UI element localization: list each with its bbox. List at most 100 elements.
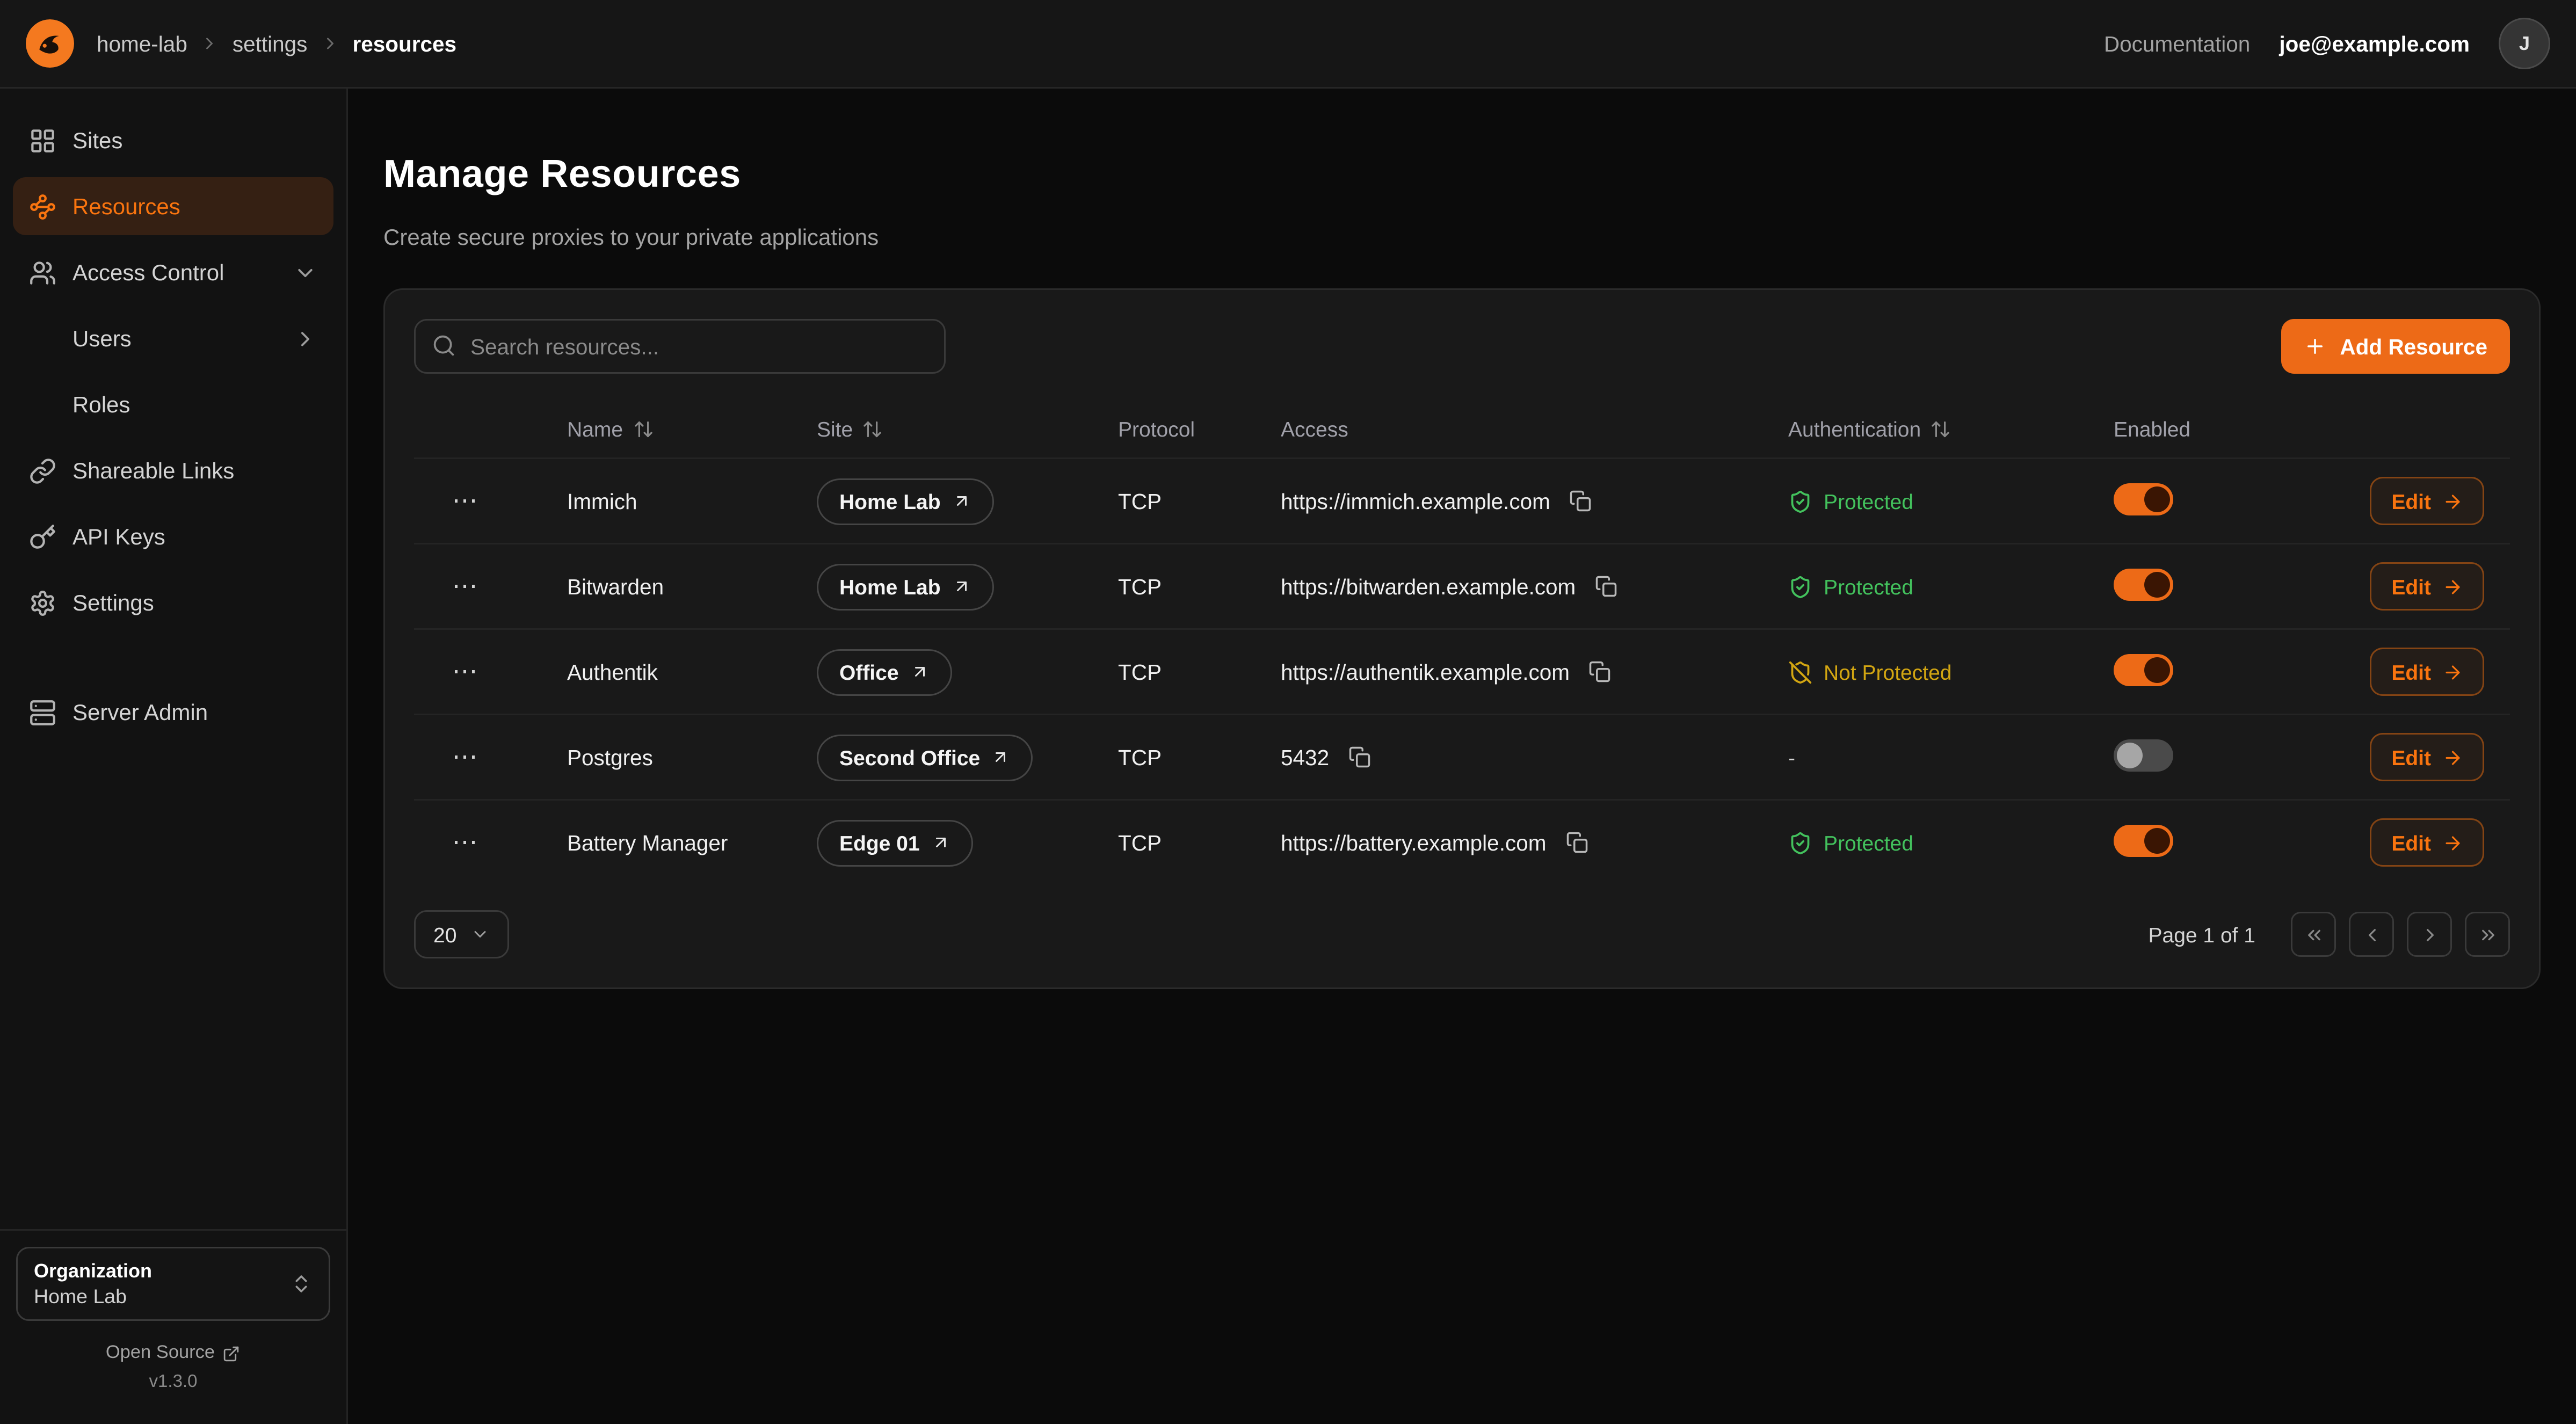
search-input[interactable] <box>414 319 946 374</box>
table-row: ⋯ Authentik Office TCP https://authentik… <box>414 628 2510 714</box>
copy-button[interactable] <box>1344 741 1376 773</box>
edit-button[interactable]: Edit <box>2370 562 2484 611</box>
sidebar-item-users[interactable]: Users <box>13 309 333 367</box>
plus-icon <box>2304 335 2327 358</box>
avatar[interactable]: J <box>2499 18 2550 69</box>
documentation-link[interactable]: Documentation <box>2104 32 2250 56</box>
sidebar-item-access-control[interactable]: Access Control <box>13 243 333 301</box>
organization-selector[interactable]: Organization Home Lab <box>16 1247 330 1321</box>
copy-icon <box>1570 490 1592 512</box>
copy-button[interactable] <box>1590 570 1622 602</box>
header-access: Access <box>1281 417 1788 441</box>
enabled-toggle[interactable] <box>2114 739 2173 771</box>
chevron-right-icon <box>293 326 317 351</box>
resource-name: Battery Manager <box>567 831 817 855</box>
add-resource-label: Add Resource <box>2340 335 2487 359</box>
header-enabled: Enabled <box>2114 417 2334 441</box>
add-resource-button[interactable]: Add Resource <box>2282 319 2510 374</box>
auth-status: - <box>1788 745 2114 769</box>
access-url: https://battery.example.com <box>1281 831 1546 855</box>
sidebar-item-label: Sites <box>72 127 122 153</box>
edit-button[interactable]: Edit <box>2370 818 2484 867</box>
header-authentication[interactable]: Authentication <box>1788 417 2114 441</box>
enabled-toggle[interactable] <box>2114 483 2173 515</box>
protocol-value: TCP <box>1118 489 1281 513</box>
gear-icon <box>29 589 56 616</box>
breadcrumb-settings[interactable]: settings <box>233 32 308 56</box>
copy-icon <box>1595 575 1617 598</box>
breadcrumb: home-lab settings resources <box>97 32 456 56</box>
access-url: 5432 <box>1281 745 1329 769</box>
first-page-button[interactable] <box>2291 912 2336 957</box>
arrow-up-right-icon <box>952 491 971 511</box>
header-site[interactable]: Site <box>817 417 1118 441</box>
header-access-label: Access <box>1281 417 1348 441</box>
pagination: Page 1 of 1 <box>2149 912 2510 957</box>
last-page-button[interactable] <box>2465 912 2510 957</box>
copy-button[interactable] <box>1584 656 1616 688</box>
sidebar-item-sites[interactable]: Sites <box>13 111 333 169</box>
site-label: Second Office <box>839 745 980 769</box>
page-subtitle: Create secure proxies to your private ap… <box>383 224 2541 250</box>
sidebar-item-settings[interactable]: Settings <box>13 573 333 631</box>
edit-button[interactable]: Edit <box>2370 648 2484 696</box>
enabled-toggle[interactable] <box>2114 568 2173 600</box>
row-menu-button[interactable]: ⋯ <box>437 565 495 607</box>
sidebar-item-api-keys[interactable]: API Keys <box>13 507 333 565</box>
protocol-value: TCP <box>1118 745 1281 769</box>
chevrons-up-down-icon <box>290 1273 313 1295</box>
card-toolbar: Add Resource <box>414 319 2510 374</box>
row-menu-button[interactable]: ⋯ <box>437 736 495 778</box>
site-link[interactable]: Home Lab <box>817 478 994 525</box>
row-menu-button[interactable]: ⋯ <box>437 480 495 522</box>
sidebar-item-label: API Keys <box>72 524 165 549</box>
site-link[interactable]: Office <box>817 649 952 695</box>
header-authentication-label: Authentication <box>1788 417 1921 441</box>
breadcrumb-home-lab[interactable]: home-lab <box>97 32 187 56</box>
key-icon <box>29 523 56 550</box>
open-source-link[interactable]: Open Source <box>106 1343 241 1363</box>
edit-label: Edit <box>2391 489 2431 513</box>
sidebar: Sites Resources Access Control Users Rol… <box>0 89 348 1424</box>
copy-button[interactable] <box>1565 485 1597 517</box>
site-label: Home Lab <box>839 489 941 513</box>
waypoints-icon <box>29 193 56 220</box>
user-email[interactable]: joe@example.com <box>2279 32 2470 56</box>
row-menu-button[interactable]: ⋯ <box>437 651 495 693</box>
site-link[interactable]: Home Lab <box>817 563 994 610</box>
protocol-value: TCP <box>1118 575 1281 599</box>
sidebar-item-label: Roles <box>72 391 130 417</box>
edit-button[interactable]: Edit <box>2370 733 2484 781</box>
arrow-up-right-icon <box>910 662 930 681</box>
prev-page-button[interactable] <box>2349 912 2394 957</box>
header-protocol: Protocol <box>1118 417 1281 441</box>
sidebar-item-resources[interactable]: Resources <box>13 177 333 235</box>
enabled-toggle[interactable] <box>2114 653 2173 686</box>
edit-button[interactable]: Edit <box>2370 477 2484 525</box>
row-menu-button[interactable]: ⋯ <box>437 822 495 863</box>
app-logo-icon[interactable] <box>26 19 74 68</box>
sidebar-item-shareable-links[interactable]: Shareable Links <box>13 441 333 499</box>
auth-status: Not Protected <box>1788 660 2114 684</box>
next-page-button[interactable] <box>2407 912 2452 957</box>
copy-icon <box>1348 746 1371 768</box>
sidebar-item-server-admin[interactable]: Server Admin <box>13 683 333 741</box>
page-size-select[interactable]: 20 <box>414 910 510 958</box>
enabled-toggle[interactable] <box>2114 824 2173 856</box>
header-name[interactable]: Name <box>567 417 817 441</box>
site-label: Edge 01 <box>839 831 920 855</box>
sidebar-footer: Open Source v1.3.0 <box>16 1321 330 1408</box>
copy-button[interactable] <box>1561 826 1593 859</box>
sort-icon <box>633 418 654 439</box>
sidebar-item-roles[interactable]: Roles <box>13 375 333 433</box>
access-url: https://bitwarden.example.com <box>1281 575 1576 599</box>
site-link[interactable]: Edge 01 <box>817 819 973 866</box>
site-link[interactable]: Second Office <box>817 734 1033 781</box>
header-site-label: Site <box>817 417 853 441</box>
search-wrap <box>414 319 946 374</box>
access-url: https://immich.example.com <box>1281 489 1550 513</box>
arrow-up-right-icon <box>952 577 971 596</box>
header-name-label: Name <box>567 417 623 441</box>
toggle-knob <box>2117 742 2143 768</box>
arrow-right-icon <box>2442 491 2463 512</box>
